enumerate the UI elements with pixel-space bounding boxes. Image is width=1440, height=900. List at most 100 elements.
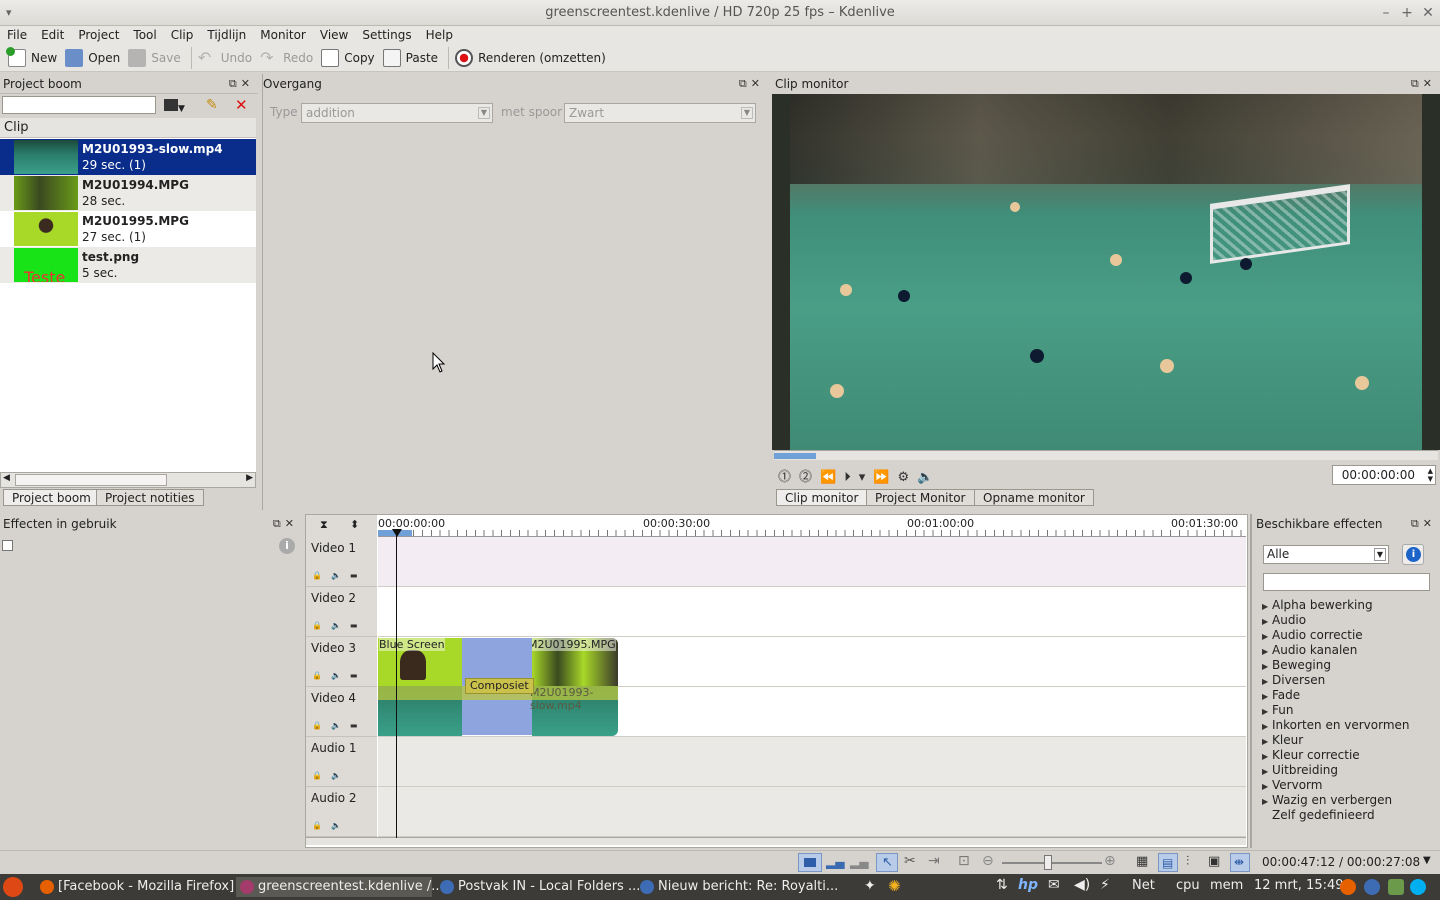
- menu-view[interactable]: View: [313, 26, 355, 44]
- scrollbar-thumb[interactable]: [15, 474, 167, 486]
- effect-category-kleur[interactable]: ▶ Kleur: [1262, 733, 1303, 749]
- effect-category-alpha[interactable]: ▶ Alpha bewerking: [1262, 598, 1373, 614]
- menu-tool[interactable]: Tool: [126, 26, 163, 44]
- track-video-2[interactable]: [378, 587, 1246, 637]
- menu-edit[interactable]: Edit: [34, 26, 71, 44]
- track-audio-1[interactable]: [378, 737, 1246, 787]
- effect-category-inkorten[interactable]: ▶ Inkorten en vervormen: [1262, 718, 1410, 734]
- tab-project-monitor[interactable]: Project Monitor: [866, 489, 975, 506]
- save-button[interactable]: Save: [126, 46, 186, 70]
- panel-float-close-icons[interactable]: ⧉✕: [739, 74, 764, 94]
- mem-monitor-label[interactable]: mem: [1210, 878, 1243, 893]
- thunderbird-launcher-icon[interactable]: [1364, 879, 1380, 895]
- panel-splitter[interactable]: [262, 74, 263, 510]
- expand-tracks-icon[interactable]: ⬍: [350, 518, 359, 531]
- track-header-audio-2[interactable]: Audio 2 🔒🔈: [306, 787, 377, 837]
- track-header-video-4[interactable]: Video 4 🔒🔈▬: [306, 687, 377, 737]
- effects-filter-select[interactable]: Alle ▼: [1263, 545, 1389, 564]
- task-firefox[interactable]: [Facebook - Mozilla Firefox]: [36, 877, 234, 897]
- clock[interactable]: 12 mrt, 15:49: [1254, 878, 1344, 893]
- tab-clip-monitor[interactable]: Clip monitor: [776, 489, 868, 506]
- track-lock-mute-icons[interactable]: 🔒🔈: [312, 771, 350, 780]
- effects-search-input[interactable]: [1263, 573, 1430, 591]
- app-launcher-icon[interactable]: [1388, 879, 1404, 895]
- weather-sun-icon[interactable]: ✺: [888, 877, 901, 895]
- clip-row[interactable]: M2U01995.MPG 27 sec. (1): [0, 211, 256, 247]
- track-lock-mute-hide-icons[interactable]: 🔒🔈▬: [312, 671, 366, 680]
- menu-clip[interactable]: Clip: [164, 26, 201, 44]
- open-button[interactable]: Open: [63, 46, 126, 70]
- effect-category-zelf-gedefinieerd[interactable]: Zelf gedefinieerd: [1262, 808, 1375, 823]
- panel-float-close-icons[interactable]: ⧉✕: [1411, 74, 1436, 94]
- timeline-playhead[interactable]: [396, 530, 397, 838]
- split-audio-icon[interactable]: ▦: [1136, 854, 1148, 869]
- timeline-hscrollbar[interactable]: [306, 837, 1246, 845]
- redo-button[interactable]: ↷ Redo: [258, 46, 319, 70]
- track-video-1[interactable]: [378, 537, 1246, 587]
- project-bin-search-input[interactable]: [2, 96, 156, 114]
- transition-track-select[interactable]: Zwart ▼: [564, 103, 756, 123]
- track-lock-mute-hide-icons[interactable]: 🔒🔈▬: [312, 721, 366, 730]
- volume-icon[interactable]: ◀): [1074, 877, 1090, 893]
- snap-toggle[interactable]: ▤: [1158, 853, 1178, 872]
- collapse-tracks-icon[interactable]: ⧗: [320, 518, 328, 532]
- effect-category-wazig[interactable]: ▶ Wazig en verbergen: [1262, 793, 1392, 809]
- effect-category-audio-kanalen[interactable]: ▶ Audio kanalen: [1262, 643, 1357, 659]
- transition-auto-icon[interactable]: ▣: [1208, 854, 1220, 869]
- scroll-right-icon[interactable]: ▶: [246, 473, 253, 483]
- panel-float-close-icons[interactable]: ⧉✕: [273, 514, 298, 534]
- composite-transition-label[interactable]: Composiet: [465, 678, 534, 694]
- clip-column-header[interactable]: Clip: [0, 118, 256, 138]
- clip-row[interactable]: M2U01994.MPG 28 sec.: [0, 175, 256, 211]
- audio-thumbnails-icon[interactable]: ▂▄: [826, 855, 844, 869]
- info-icon[interactable]: i: [279, 538, 295, 554]
- spacer-tool-icon[interactable]: ⇥: [928, 853, 940, 869]
- selection-tool-toggle[interactable]: ↖: [876, 853, 898, 872]
- panel-float-close-icons[interactable]: ⧉✕: [1411, 514, 1436, 534]
- hp-printer-icon[interactable]: hp: [1018, 877, 1042, 897]
- clip-row[interactable]: Teste test.png 5 sec.: [0, 247, 256, 283]
- clip-monitor-video[interactable]: [790, 94, 1422, 450]
- monitor-ruler[interactable]: [774, 450, 1438, 460]
- track-lock-mute-icons[interactable]: 🔒🔈: [312, 821, 350, 830]
- tab-project-bin[interactable]: Project boom: [3, 489, 100, 506]
- track-header-video-1[interactable]: Video 1 🔒🔈▬: [306, 537, 377, 587]
- effect-category-uitbreiding[interactable]: ▶ Uitbreiding: [1262, 763, 1338, 779]
- effect-category-diversen[interactable]: ▶ Diversen: [1262, 673, 1325, 689]
- zoom-slider-handle[interactable]: [1044, 855, 1052, 870]
- menu-project[interactable]: Project: [71, 26, 126, 44]
- effect-category-audio[interactable]: ▶ Audio: [1262, 613, 1306, 629]
- tab-project-notes[interactable]: Project notities: [96, 489, 204, 506]
- video-thumbnails-toggle[interactable]: [798, 853, 822, 872]
- menu-tijdlijn[interactable]: Tijdlijn: [200, 26, 253, 44]
- menu-monitor[interactable]: Monitor: [253, 26, 313, 44]
- minimize-icon[interactable]: –: [1376, 0, 1396, 26]
- forward-icon[interactable]: ⏩: [873, 470, 897, 485]
- timeline-clip-blue-screen[interactable]: Blue Screen: [378, 638, 462, 686]
- close-window-icon[interactable]: ✕: [1418, 0, 1438, 26]
- edit-clip-icon[interactable]: ✎: [206, 97, 222, 113]
- clip-row[interactable]: M2U01993-slow.mp4 29 sec. (1): [0, 139, 256, 175]
- zoom-icon[interactable]: ⚙: [897, 470, 917, 485]
- mail-icon[interactable]: ✉: [1048, 877, 1060, 893]
- delete-clip-icon[interactable]: ✕: [235, 96, 251, 114]
- add-clip-button[interactable]: ▼: [164, 96, 196, 114]
- chevron-down-icon[interactable]: ▼: [1423, 855, 1431, 866]
- zoom-out-icon[interactable]: ⊖: [982, 853, 994, 869]
- track-lock-mute-hide-icons[interactable]: 🔒🔈▬: [312, 621, 366, 630]
- zoom-in-icon[interactable]: ⊕: [1104, 853, 1116, 869]
- copy-button[interactable]: Copy: [319, 46, 380, 70]
- timeline-ruler[interactable]: 00:00:00:00 00:00:30:00 00:01:00:00 00:0…: [378, 515, 1246, 537]
- paste-button[interactable]: Paste: [381, 46, 444, 70]
- undo-button[interactable]: ↶ Undo: [196, 46, 258, 70]
- razor-tool-icon[interactable]: ✂: [904, 853, 916, 869]
- effect-info-button[interactable]: i: [1402, 544, 1424, 565]
- network-transfer-icon[interactable]: ⇅: [996, 877, 1008, 893]
- dropbox-icon[interactable]: ✦: [864, 878, 876, 894]
- effect-category-fade[interactable]: ▶ Fade: [1262, 688, 1300, 704]
- status-timecode[interactable]: 00:00:47:12 / 00:00:27:08: [1262, 855, 1420, 869]
- panel-float-close-icons[interactable]: ⧉✕: [229, 74, 254, 94]
- effect-category-audio-correctie[interactable]: ▶ Audio correctie: [1262, 628, 1363, 644]
- monitor-timecode-field[interactable]: 00:00:00:00 ▲ ▼: [1332, 465, 1436, 485]
- zoom-slider-track[interactable]: [1002, 862, 1102, 864]
